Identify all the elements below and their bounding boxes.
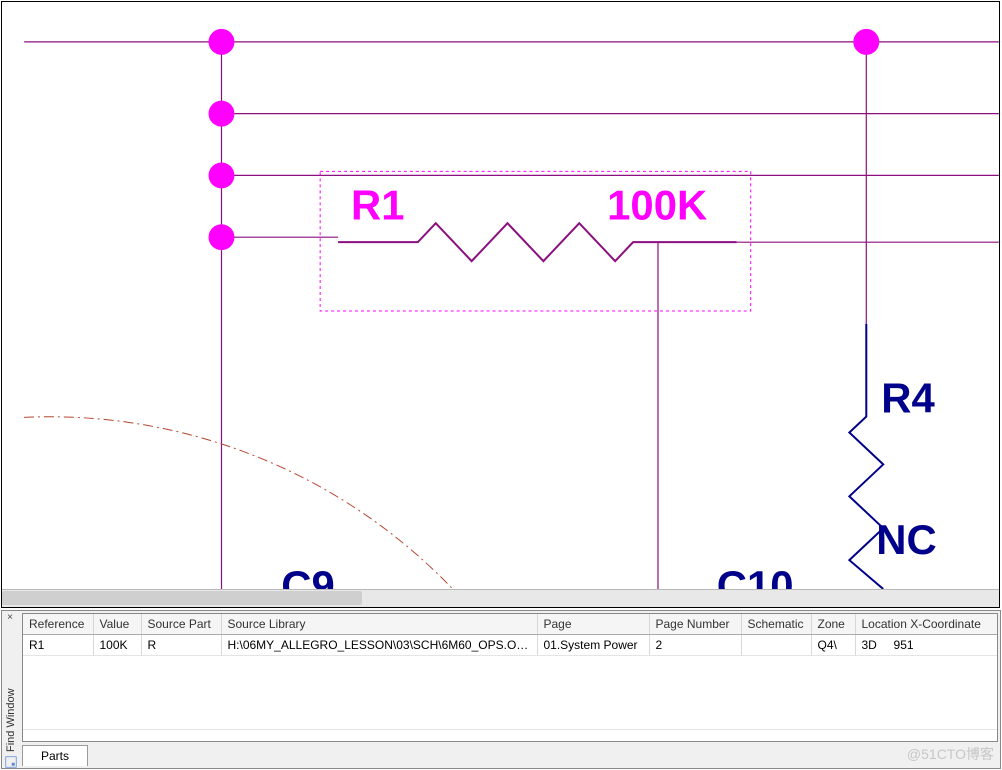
col-zone[interactable]: Zone [811,614,855,635]
col-page-number[interactable]: Page Number [649,614,741,635]
close-icon[interactable]: × [5,613,15,623]
col-source-library[interactable]: Source Library [221,614,537,635]
cell-reference[interactable]: R1 [23,635,93,656]
r1-ref-text[interactable]: R1 [351,181,405,228]
cell-page[interactable]: 01.System Power [537,635,649,656]
drawing-area[interactable]: R1 100K R4 NC C9 C10 [24,2,999,589]
cell-loc-x[interactable]: 3D 951 [855,635,998,656]
schematic-svg[interactable]: R1 100K R4 NC C9 C10 [24,2,999,589]
cell-schematic[interactable] [741,635,811,656]
col-page[interactable]: Page [537,614,649,635]
schematic-canvas[interactable]: R1 100K R4 NC C9 C10 [1,1,1000,608]
col-source-part[interactable]: Source Part [141,614,221,635]
cell-value[interactable]: 100K [93,635,141,656]
cell-zone[interactable]: Q4\ [811,635,855,656]
grid-row-empty [23,656,998,730]
find-icon [5,756,17,768]
r1-val-text[interactable]: 100K [607,181,707,228]
cell-source-part[interactable]: R [141,635,221,656]
tab-parts[interactable]: Parts [22,745,88,766]
vertical-ruler [2,2,25,589]
c10-ref-text[interactable]: C10 [717,562,794,589]
find-window-panel: × Find Window Reference Value Source Pa [1,610,1001,769]
scrollbar-thumb[interactable] [2,591,362,605]
horizontal-scrollbar[interactable] [2,589,999,607]
col-schematic[interactable]: Schematic [741,614,811,635]
grid-header-row[interactable]: Reference Value Source Part Source Libra… [23,614,998,635]
cell-source-library[interactable]: H:\06MY_ALLEGRO_LESSON\03\SCH\6M60_OPS.O… [221,635,537,656]
r4-ref-text[interactable]: R4 [881,375,935,422]
col-loc-x[interactable]: Location X-Coordinate [855,614,998,635]
cell-page-number[interactable]: 2 [649,635,741,656]
grid-row[interactable]: R1 100K R H:\06MY_ALLEGRO_LESSON\03\SCH\… [23,635,998,656]
col-value[interactable]: Value [93,614,141,635]
panel-tabs: Parts [22,744,88,766]
col-reference[interactable]: Reference [23,614,93,635]
results-grid[interactable]: Reference Value Source Part Source Libra… [22,613,998,742]
r4-val-text[interactable]: NC [876,516,936,563]
c9-ref-text[interactable]: C9 [281,562,335,589]
panel-title: Find Window [2,627,20,768]
